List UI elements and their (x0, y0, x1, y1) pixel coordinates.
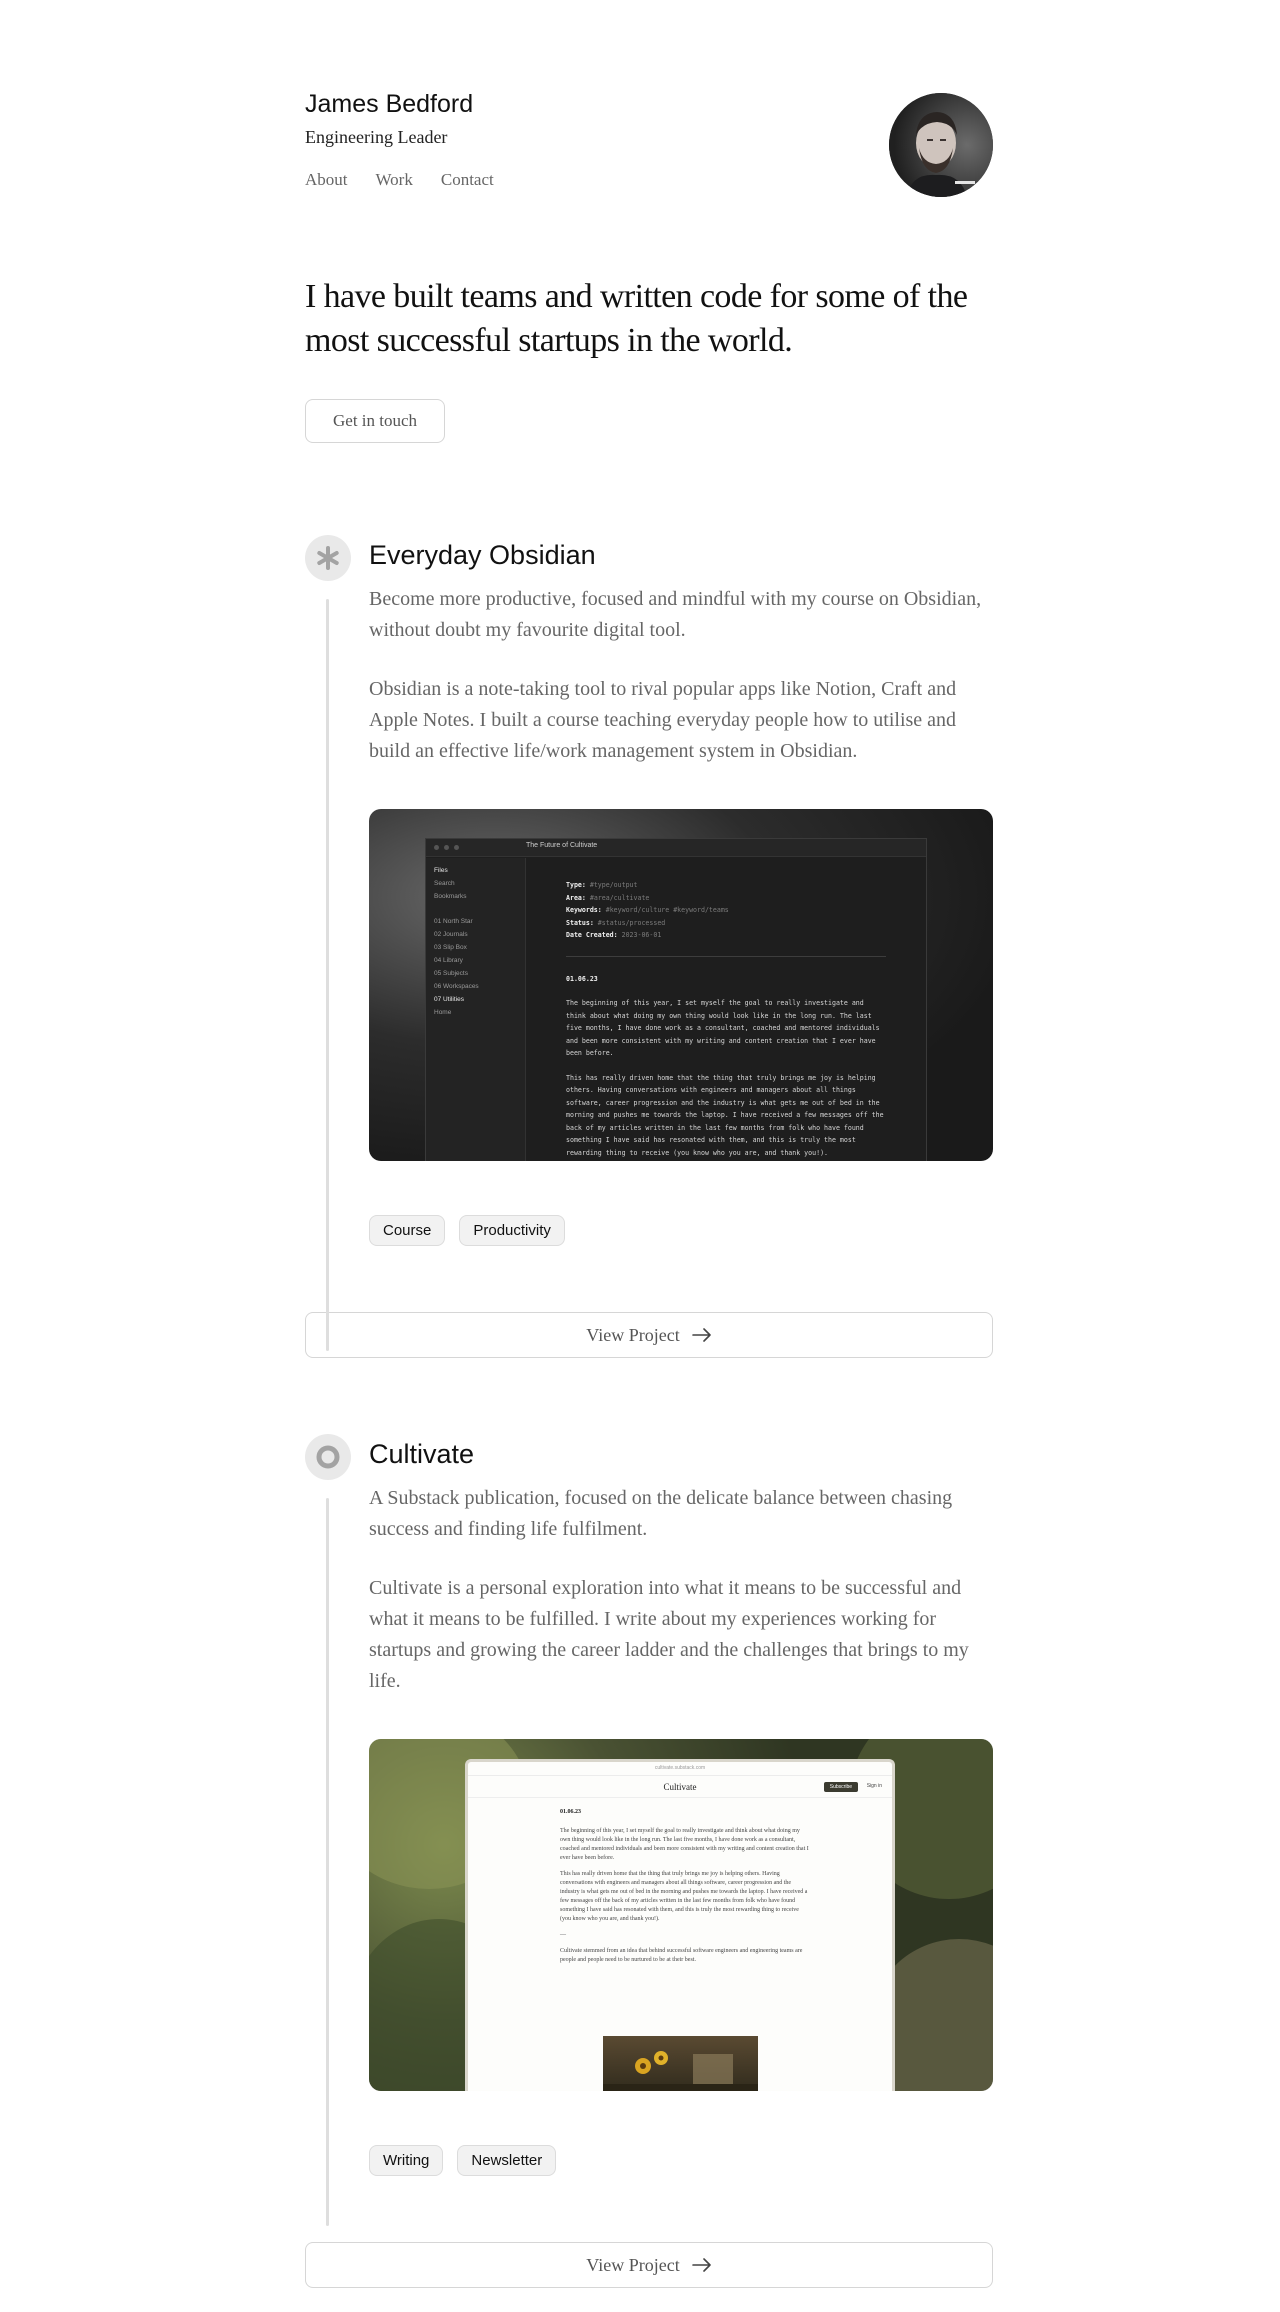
project-title: Everyday Obsidian (369, 540, 596, 570)
post-image (603, 2036, 758, 2091)
timeline-line (326, 599, 329, 1351)
timeline-line (326, 1498, 329, 2226)
tag: Writing (369, 2145, 444, 2176)
asterisk-icon (305, 535, 351, 581)
project-tags: Course Productivity (369, 1215, 993, 1246)
tag: Newsletter (457, 2145, 557, 2176)
nav-contact[interactable]: Contact (441, 170, 494, 190)
project-description: Obsidian is a note-taking tool to rival … (369, 678, 957, 762)
project-screenshot: The Future of Cultivate Files Search Boo… (369, 809, 993, 1161)
main-nav: About Work Contact (305, 170, 993, 190)
nav-about[interactable]: About (305, 170, 348, 190)
substack-window: cultivate.substack.com Cultivate Subscri… (465, 1759, 895, 2091)
obsidian-sidebar: Files Search Bookmarks 01 North Star 02 … (426, 858, 526, 1161)
portrait-icon (889, 93, 993, 197)
view-project-button[interactable]: View Project (305, 2242, 993, 2288)
project-summary: Become more productive, focused and mind… (369, 588, 982, 641)
obsidian-window: The Future of Cultivate Files Search Boo… (425, 838, 927, 1161)
site-header: James Bedford Engineering Leader About W… (305, 0, 993, 205)
tag: Productivity (459, 1215, 565, 1246)
project-summary: A Substack publication, focused on the d… (369, 1487, 953, 1540)
nav-work[interactable]: Work (376, 170, 413, 190)
project-title: Cultivate (369, 1439, 475, 1469)
project-cultivate: Cultivate A Substack publication, focuse… (305, 1434, 993, 2288)
hero-headline: I have built teams and written code for … (305, 278, 968, 359)
tag: Course (369, 1215, 446, 1246)
view-project-button[interactable]: View Project (305, 1312, 993, 1358)
site-name[interactable]: James Bedford (305, 90, 993, 119)
project-tags: Writing Newsletter (369, 2145, 993, 2176)
page: James Bedford Engineering Leader About W… (305, 0, 993, 2288)
project-screenshot: cultivate.substack.com Cultivate Subscri… (369, 1739, 993, 2091)
arrow-right-icon (691, 1328, 711, 1342)
obsidian-note: Type: #type/output Area: #area/cultivate… (566, 879, 886, 1159)
arrow-right-icon (691, 2258, 711, 2272)
circle-icon (305, 1434, 351, 1480)
get-in-touch-button[interactable]: Get in touch (305, 399, 446, 443)
substack-post: 01.06.23 The beginning of this year, I s… (560, 1809, 809, 1963)
project-description: Cultivate is a personal exploration into… (369, 1577, 969, 1692)
avatar (889, 93, 993, 197)
project-everyday-obsidian: Everyday Obsidian Become more productive… (305, 535, 993, 1358)
obsidian-tab-title: The Future of Cultivate (526, 842, 598, 849)
